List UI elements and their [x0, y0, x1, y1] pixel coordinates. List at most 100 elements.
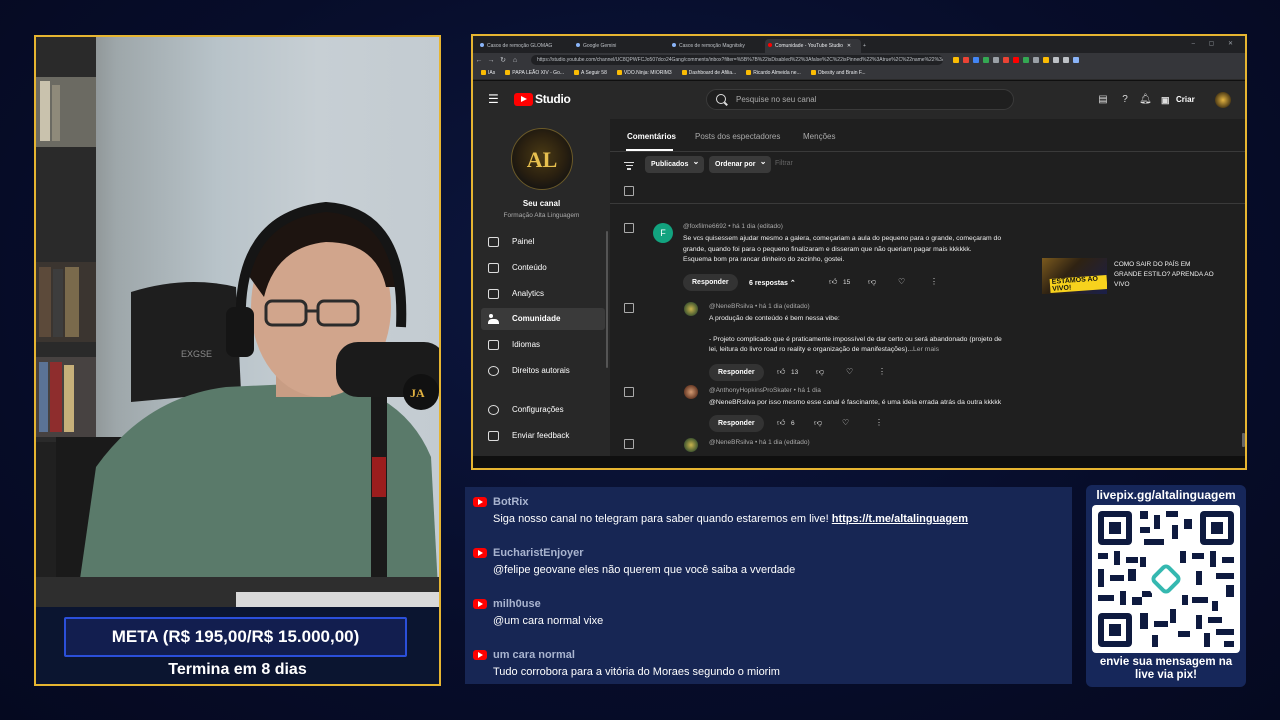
- subtitles-icon[interactable]: ▤: [1097, 94, 1109, 106]
- telegram-link[interactable]: https://t.me/altalinguagem: [832, 513, 968, 525]
- browser-tab[interactable]: Casos de remoção Magnitsky: [669, 39, 765, 53]
- bookmark[interactable]: Dashboard de Afilia...: [681, 70, 736, 76]
- sidebar-item-painel[interactable]: Painel: [481, 231, 605, 253]
- extension-icon[interactable]: [953, 57, 959, 63]
- extension-icon[interactable]: [1013, 57, 1019, 63]
- reply-button[interactable]: Responder: [709, 415, 764, 432]
- tab-mencoes[interactable]: Menções: [803, 132, 835, 141]
- copyright-icon: [488, 366, 499, 376]
- bookmark[interactable]: Ricardo Almeida ne...: [746, 70, 801, 76]
- dislike-icon[interactable]: 👎︎: [816, 367, 824, 377]
- like-count: 6: [791, 420, 795, 427]
- bookmark[interactable]: A Seguir 58: [574, 70, 607, 76]
- hamburger-menu-icon[interactable]: ☰: [488, 93, 500, 105]
- profile-icon[interactable]: [1073, 57, 1079, 63]
- tab-comentarios[interactable]: Comentários: [627, 132, 676, 141]
- main-scrollbar[interactable]: [1242, 433, 1245, 447]
- filter-input[interactable]: Filtrar: [775, 160, 793, 167]
- extension-icon[interactable]: [1053, 57, 1059, 63]
- like-icon[interactable]: 👍︎: [777, 367, 785, 377]
- like-icon[interactable]: 👍︎: [829, 277, 837, 287]
- forward-icon[interactable]: →: [485, 57, 497, 64]
- sidebar-item-conteudo[interactable]: Conteúdo: [481, 257, 605, 279]
- extension-icon[interactable]: [1023, 57, 1029, 63]
- comment-author[interactable]: @NeneBRsilva • há 1 dia (editado): [709, 303, 810, 310]
- dashboard-icon: [488, 237, 499, 247]
- commenter-avatar[interactable]: [684, 302, 698, 316]
- comment-checkbox[interactable]: [624, 387, 634, 397]
- channel-name: Formação Alta Linguagem: [503, 212, 580, 219]
- extension-icon[interactable]: [1043, 57, 1049, 63]
- help-icon[interactable]: ?: [1119, 94, 1131, 106]
- extension-icon[interactable]: [1003, 57, 1009, 63]
- reload-icon[interactable]: ↻: [497, 56, 509, 64]
- bookmark-folder[interactable]: IAs: [481, 70, 495, 76]
- chat-text: Siga nosso canal no telegram para saber …: [493, 513, 969, 525]
- like-icon[interactable]: 👍︎: [777, 418, 785, 428]
- comment-checkbox[interactable]: [624, 223, 634, 233]
- channel-avatar[interactable]: AL: [511, 128, 573, 190]
- more-options-icon[interactable]: ⋮: [930, 277, 938, 286]
- view-replies-button[interactable]: 6 respostas ⌃: [749, 279, 796, 287]
- reply-button[interactable]: Responder: [709, 364, 764, 381]
- dislike-icon[interactable]: 👎︎: [868, 277, 876, 287]
- settings-icon: [488, 405, 499, 415]
- home-icon[interactable]: ⌂: [509, 57, 521, 64]
- comment-author[interactable]: @NeneBRsilva • há 1 dia (editado): [709, 439, 810, 446]
- commenter-avatar[interactable]: [684, 438, 698, 452]
- sidebar-item-comunidade[interactable]: Comunidade: [481, 308, 605, 330]
- window-controls[interactable]: – ▢ ✕: [1192, 40, 1239, 47]
- video-title[interactable]: COMO SAIR DO PAÍS EM GRANDE ESTILO? APRE…: [1114, 260, 1214, 290]
- qr-code-image: [1098, 511, 1234, 647]
- sidebar-scrollbar[interactable]: [606, 231, 608, 368]
- extension-icon[interactable]: [1033, 57, 1039, 63]
- pix-qr-code: [1092, 505, 1240, 653]
- comment-author[interactable]: @AnthonyHopkinsProSkater • há 1 dia: [709, 387, 821, 394]
- comment-checkbox[interactable]: [624, 303, 634, 313]
- studio-logo[interactable]: Studio: [514, 92, 571, 106]
- sidebar-item-enviar-feedback[interactable]: Enviar feedback: [481, 425, 605, 447]
- bookmark[interactable]: Obesity and Brain F...: [810, 70, 866, 76]
- sidebar-item-configuracoes[interactable]: Configurações: [481, 399, 605, 421]
- extension-icon[interactable]: [1063, 57, 1069, 63]
- channel-search-input[interactable]: Pesquise no seu canal: [706, 89, 1014, 110]
- browser-tab-active[interactable]: Comunidade - YouTube Studio ✕: [765, 39, 861, 53]
- create-button[interactable]: Criar: [1161, 92, 1195, 108]
- close-tab-icon[interactable]: ✕: [847, 43, 851, 49]
- commenter-avatar[interactable]: F: [653, 223, 673, 243]
- commenter-avatar[interactable]: [684, 385, 698, 399]
- sort-by-dropdown[interactable]: Ordenar por: [709, 153, 772, 173]
- reply-button[interactable]: Responder: [683, 274, 738, 291]
- extension-icon[interactable]: [993, 57, 999, 63]
- account-avatar[interactable]: [1215, 92, 1231, 108]
- more-options-icon[interactable]: ⋮: [875, 418, 883, 427]
- browser-tab[interactable]: Google Gemini: [573, 39, 669, 53]
- sidebar-item-idiomas[interactable]: Idiomas: [481, 334, 605, 356]
- heart-icon[interactable]: ♡: [846, 367, 853, 376]
- more-options-icon[interactable]: ⋮: [878, 367, 886, 376]
- browser-tab[interactable]: Casos de remoção GLOMAG: [477, 39, 573, 53]
- comment-author[interactable]: @foxfilme6692 • há 1 dia (editado): [683, 223, 783, 230]
- new-tab-button[interactable]: +: [861, 39, 875, 53]
- pix-url: livepix.gg/altalinguagem: [1096, 488, 1236, 502]
- dislike-icon[interactable]: 👎︎: [814, 418, 822, 428]
- bookmark[interactable]: PAPA LEÃO XIV - Go...: [505, 70, 564, 76]
- tab-posts-espectadores[interactable]: Posts dos espectadores: [695, 132, 780, 141]
- select-all-checkbox[interactable]: [624, 186, 634, 196]
- url-bar[interactable]: https://studio.youtube.com/channel/UC8QP…: [531, 55, 943, 65]
- sidebar-item-direitos-autorais[interactable]: Direitos autorais: [481, 360, 605, 382]
- comment-checkbox[interactable]: [624, 439, 634, 449]
- extension-icon[interactable]: [973, 57, 979, 63]
- read-more-link[interactable]: Ler mais: [913, 346, 939, 353]
- bookmark[interactable]: VDO.Ninja: MIORIM3: [616, 70, 672, 76]
- published-filter-chip[interactable]: Publicados: [645, 153, 705, 173]
- heart-icon[interactable]: ♡: [842, 418, 849, 427]
- heart-icon[interactable]: ♡: [898, 277, 905, 286]
- notifications-bell-icon[interactable]: 🔔︎: [1139, 94, 1152, 106]
- sidebar-item-analytics[interactable]: Analytics: [481, 283, 605, 305]
- filter-icon[interactable]: [624, 162, 634, 170]
- video-thumbnail[interactable]: ESTAMOS AO VIVO!: [1042, 258, 1107, 294]
- back-icon[interactable]: ←: [473, 57, 485, 64]
- extension-icon[interactable]: [983, 57, 989, 63]
- extension-icon[interactable]: [963, 57, 969, 63]
